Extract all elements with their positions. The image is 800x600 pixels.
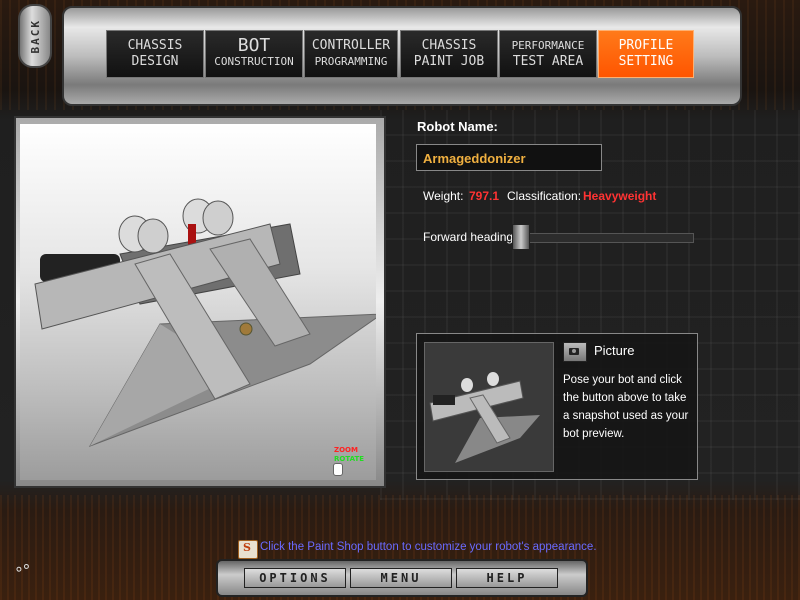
tab-line1: BOT [237,35,271,56]
tab-performance-test-area[interactable]: PERFORMANCE TEST AREA [499,30,597,78]
menu-button[interactable]: MENU [350,568,452,588]
forward-heading-slider-thumb[interactable] [512,224,530,250]
paint-shop-tip-icon [238,540,258,559]
tab-chassis-paint-job[interactable]: CHASSIS PAINT JOB [400,30,498,78]
preview-wheel [433,395,455,405]
weight-value: 797.1 [469,189,500,203]
tab-line2: TEST AREA [512,54,584,69]
mouse-icon [333,463,343,476]
classification-label: Classification: [507,189,582,203]
tip-text: Click the Paint Shop button to customize… [260,541,597,553]
picture-description: Pose your bot and click the button above… [563,374,689,440]
tab-line1: PROFILE [618,38,674,53]
picture-title: Picture [594,343,635,358]
tab-chassis-design[interactable]: CHASSIS DESIGN [106,30,204,78]
robot-model [34,198,376,447]
preview-ball [487,372,499,386]
robot-name-label: Robot Name: [417,119,498,134]
robot-ball [202,200,234,236]
tab-line2: DESIGN [131,54,179,69]
camera-icon[interactable] [563,342,587,362]
tab-line2: SETTING [618,54,674,69]
bot-preview-image [429,372,540,463]
back-button-label: BACK [28,18,42,54]
tab-bot-construction[interactable]: BOT CONSTRUCTION [205,30,303,78]
bot-preview-thumbnail [424,342,554,472]
robot-gear [239,322,253,336]
tab-profile-setting[interactable]: PROFILE SETTING [598,30,694,78]
tab-line2: PROGRAMMING [314,55,388,68]
tab-line1: CHASSIS [127,38,183,53]
zoom-hint-label: ZOOM [334,446,358,454]
tab-line2: PAINT JOB [413,54,485,69]
robot-name-input[interactable]: Armageddonizer [416,144,602,171]
robot-3d-viewport[interactable] [20,124,376,480]
weight-label: Weight: [423,189,464,203]
options-button[interactable]: OPTIONS [244,568,346,588]
help-button[interactable]: HELP [456,568,558,588]
preview-ball [461,378,473,392]
tab-line1: CHASSIS [421,38,477,53]
tab-controller-programming[interactable]: CONTROLLER PROGRAMMING [304,30,398,78]
forward-heading-label: Forward heading: [423,230,517,244]
classification-value: Heavyweight [583,189,657,203]
tab-line1: CONTROLLER [311,38,391,53]
tab-line1: PERFORMANCE [511,39,585,52]
robot-ball [137,218,169,254]
tab-line2: CONSTRUCTION [214,55,294,68]
back-button[interactable]: BACK [18,4,52,68]
zoom-rotate-hint: ZOOM ROTATE [334,446,364,464]
forward-heading-slider-track[interactable] [512,233,694,243]
